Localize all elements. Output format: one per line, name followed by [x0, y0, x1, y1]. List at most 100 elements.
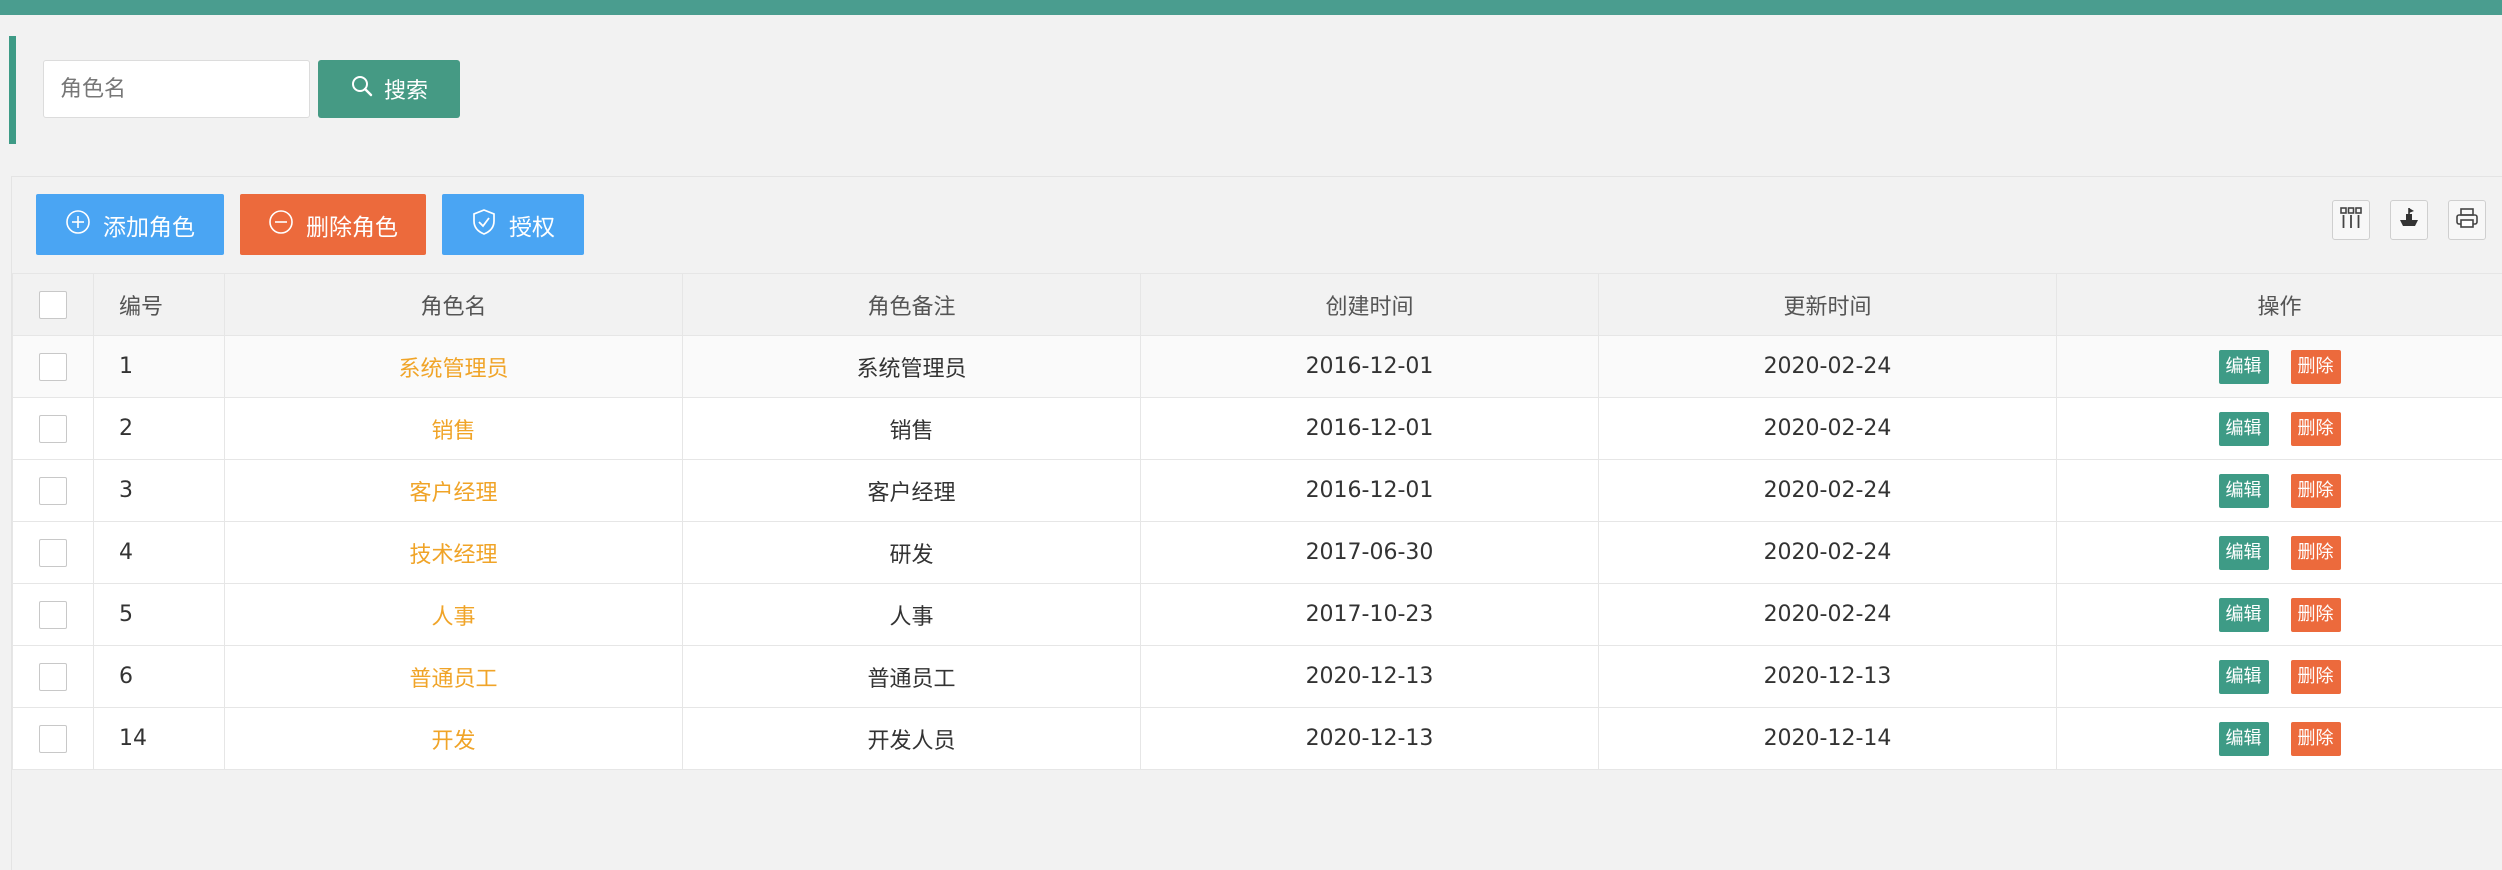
edit-button[interactable]: 编辑 — [2218, 721, 2269, 756]
authorize-button[interactable]: 授权 — [442, 194, 584, 255]
delete-button[interactable]: 删除 — [2290, 535, 2341, 570]
cell-role-name[interactable]: 客户经理 — [224, 459, 683, 522]
delete-button[interactable]: 删除 — [2290, 349, 2341, 384]
row-checkbox[interactable] — [39, 476, 67, 505]
cell-actions: 编辑 删除 — [2056, 583, 2502, 646]
delete-button[interactable]: 删除 — [2290, 411, 2341, 446]
row-check-cell — [12, 583, 94, 646]
cell-actions: 编辑 删除 — [2056, 459, 2502, 522]
add-role-button[interactable]: 添加角色 — [36, 194, 224, 255]
delete-button[interactable]: 删除 — [2290, 597, 2341, 632]
cell-id: 5 — [93, 583, 225, 646]
edit-button[interactable]: 编辑 — [2218, 535, 2269, 570]
row-checkbox[interactable] — [39, 414, 67, 443]
cell-actions: 编辑 删除 — [2056, 521, 2502, 584]
export-button[interactable] — [2390, 200, 2428, 240]
table-row[interactable]: 5 人事 人事 2017-10-23 2020-02-24 编辑 删除 — [12, 583, 2502, 646]
cell-id: 3 — [93, 459, 225, 522]
header-id[interactable]: 编号 — [93, 273, 225, 336]
cell-role-name[interactable]: 技术经理 — [224, 521, 683, 584]
cell-id: 6 — [93, 645, 225, 708]
search-button[interactable]: 搜索 — [318, 60, 460, 118]
role-table: 编号 角色名 角色备注 创建时间 更新时间 操作 1 系统管理员 系统管理员 2… — [12, 273, 2502, 770]
cell-role-remark: 研发 — [682, 521, 1141, 584]
minus-circle-icon — [268, 209, 294, 241]
export-icon — [2397, 206, 2421, 234]
cell-created-time: 2020-12-13 — [1140, 707, 1599, 770]
row-check-cell — [12, 459, 94, 522]
header-actions: 操作 — [2056, 273, 2502, 336]
search-icon — [350, 74, 374, 104]
cell-id: 14 — [93, 707, 225, 770]
columns-filter-button[interactable] — [2332, 200, 2370, 240]
row-check-cell — [12, 645, 94, 708]
edit-button[interactable]: 编辑 — [2218, 659, 2269, 694]
cell-updated-time: 2020-12-14 — [1598, 707, 2057, 770]
cell-id: 4 — [93, 521, 225, 584]
table-header-row: 编号 角色名 角色备注 创建时间 更新时间 操作 — [12, 273, 2502, 336]
header-role-remark[interactable]: 角色备注 — [682, 273, 1141, 336]
row-check-cell — [12, 335, 94, 398]
delete-button[interactable]: 删除 — [2290, 473, 2341, 508]
cell-updated-time: 2020-02-24 — [1598, 397, 2057, 460]
delete-role-button[interactable]: 删除角色 — [240, 194, 426, 255]
cell-updated-time: 2020-02-24 — [1598, 583, 2057, 646]
cell-updated-time: 2020-02-24 — [1598, 459, 2057, 522]
add-role-label: 添加角色 — [103, 214, 195, 241]
print-button[interactable] — [2448, 200, 2486, 240]
edit-button[interactable]: 编辑 — [2218, 597, 2269, 632]
cell-created-time: 2020-12-13 — [1140, 645, 1599, 708]
select-all-cell — [12, 273, 94, 336]
edit-button[interactable]: 编辑 — [2218, 411, 2269, 446]
top-accent-bar — [0, 0, 2502, 15]
cell-role-name[interactable]: 系统管理员 — [224, 335, 683, 398]
row-check-cell — [12, 707, 94, 770]
cell-created-time: 2016-12-01 — [1140, 335, 1599, 398]
row-checkbox[interactable] — [39, 724, 67, 753]
cell-role-remark: 人事 — [682, 583, 1141, 646]
row-checkbox[interactable] — [39, 538, 67, 567]
cell-updated-time: 2020-02-24 — [1598, 521, 2057, 584]
edit-button[interactable]: 编辑 — [2218, 349, 2269, 384]
delete-role-label: 删除角色 — [306, 214, 398, 241]
row-check-cell — [12, 397, 94, 460]
header-created-time[interactable]: 创建时间 — [1140, 273, 1599, 336]
cell-id: 1 — [93, 335, 225, 398]
cell-actions: 编辑 删除 — [2056, 707, 2502, 770]
cell-updated-time: 2020-02-24 — [1598, 335, 2057, 398]
shield-check-icon — [471, 208, 497, 242]
table-row[interactable]: 2 销售 销售 2016-12-01 2020-02-24 编辑 删除 — [12, 397, 2502, 460]
cell-created-time: 2016-12-01 — [1140, 459, 1599, 522]
delete-button[interactable]: 删除 — [2290, 721, 2341, 756]
row-check-cell — [12, 521, 94, 584]
table-row[interactable]: 3 客户经理 客户经理 2016-12-01 2020-02-24 编辑 删除 — [12, 459, 2502, 522]
cell-role-name[interactable]: 普通员工 — [224, 645, 683, 708]
print-icon — [2455, 206, 2479, 234]
table-row[interactable]: 6 普通员工 普通员工 2020-12-13 2020-12-13 编辑 删除 — [12, 645, 2502, 708]
delete-button[interactable]: 删除 — [2290, 659, 2341, 694]
authorize-label: 授权 — [509, 214, 555, 241]
cell-role-remark: 销售 — [682, 397, 1141, 460]
role-name-search-input[interactable] — [43, 60, 310, 118]
table-row[interactable]: 1 系统管理员 系统管理员 2016-12-01 2020-02-24 编辑 删除 — [12, 335, 2502, 398]
cell-created-time: 2017-10-23 — [1140, 583, 1599, 646]
header-updated-time[interactable]: 更新时间 — [1598, 273, 2057, 336]
edit-button[interactable]: 编辑 — [2218, 473, 2269, 508]
cell-actions: 编辑 删除 — [2056, 397, 2502, 460]
row-checkbox[interactable] — [39, 600, 67, 629]
search-button-label: 搜索 — [383, 79, 428, 104]
row-checkbox[interactable] — [39, 352, 67, 381]
cell-id: 2 — [93, 397, 225, 460]
cell-role-name[interactable]: 人事 — [224, 583, 683, 646]
plus-circle-icon — [65, 209, 91, 241]
cell-role-name[interactable]: 销售 — [224, 397, 683, 460]
cell-role-name[interactable]: 开发 — [224, 707, 683, 770]
row-checkbox[interactable] — [39, 662, 67, 691]
columns-filter-icon — [2339, 206, 2363, 234]
header-role-name[interactable]: 角色名 — [224, 273, 683, 336]
select-all-checkbox[interactable] — [39, 290, 67, 319]
table-row[interactable]: 14 开发 开发人员 2020-12-13 2020-12-14 编辑 删除 — [12, 707, 2502, 770]
search-panel-accent — [9, 36, 16, 144]
table-row[interactable]: 4 技术经理 研发 2017-06-30 2020-02-24 编辑 删除 — [12, 521, 2502, 584]
cell-role-remark: 客户经理 — [682, 459, 1141, 522]
